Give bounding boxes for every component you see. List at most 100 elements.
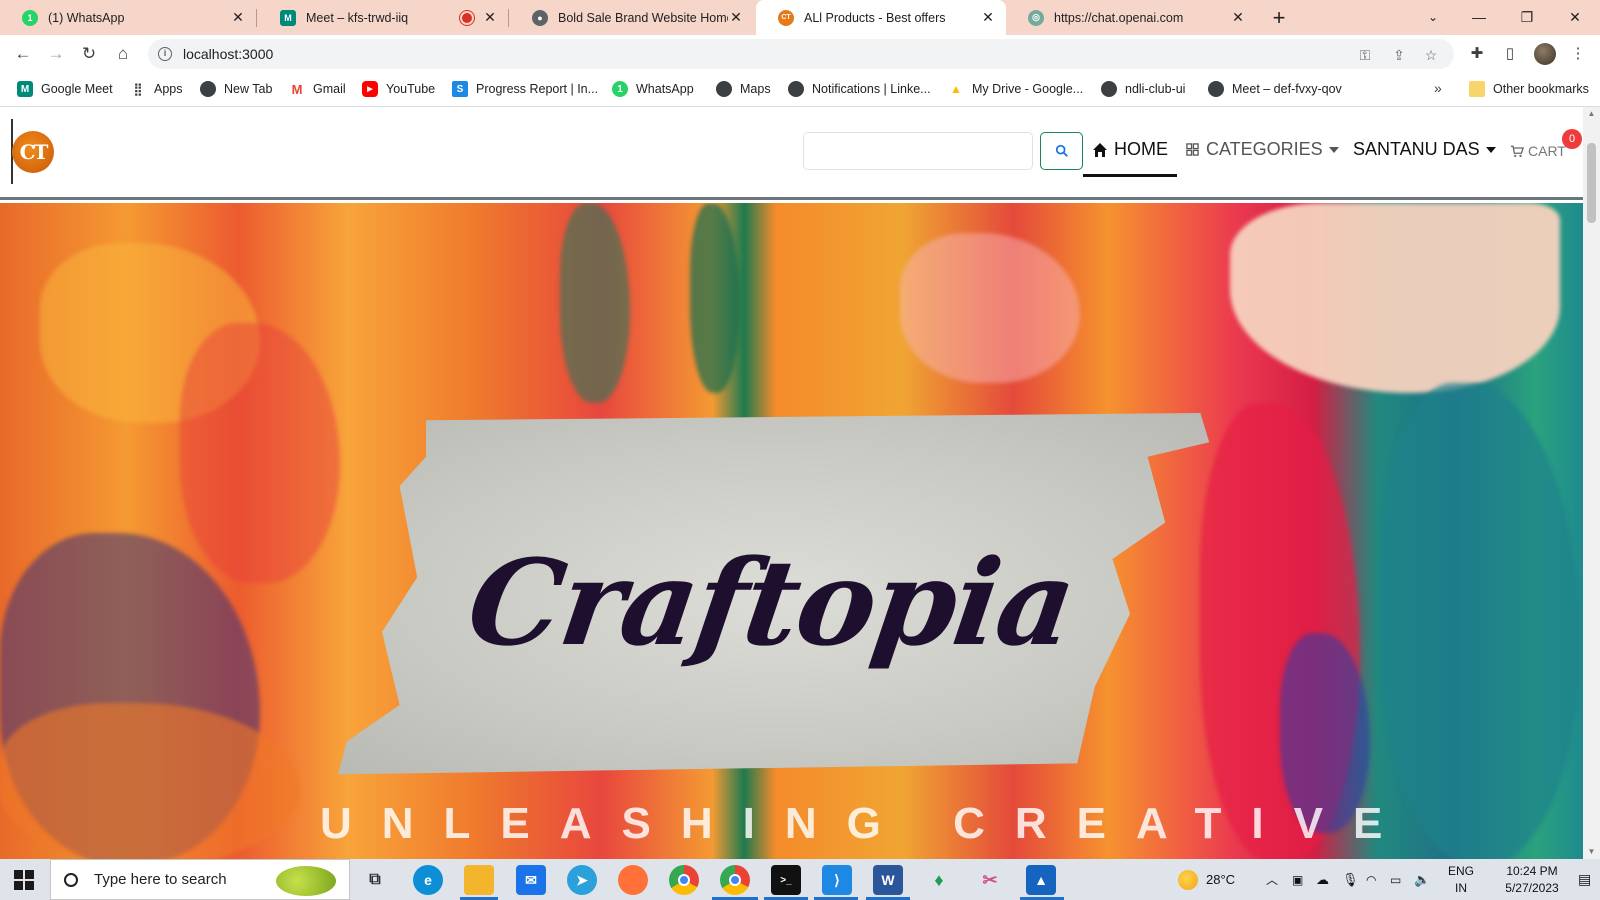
close-icon[interactable]: ✕ bbox=[230, 9, 246, 26]
snip-tool-icon[interactable]: ✂ bbox=[975, 865, 1005, 895]
nav-categories-dropdown[interactable]: CATEGORIES bbox=[1186, 139, 1339, 160]
edge-icon[interactable]: e bbox=[413, 865, 443, 895]
chrome-profile-icon[interactable] bbox=[720, 865, 750, 895]
tab-title: Meet – kfs-trwd-iiq bbox=[306, 10, 409, 25]
bookmark-label: YouTube bbox=[386, 82, 436, 96]
firefox-icon[interactable] bbox=[618, 865, 648, 895]
weather-widget[interactable]: 28°C bbox=[1178, 859, 1235, 900]
taskbar-search-box[interactable]: Type here to search bbox=[50, 859, 350, 900]
cart-count-badge: 0 bbox=[1562, 129, 1582, 149]
mongodb-compass-icon[interactable]: ♦ bbox=[924, 865, 954, 895]
nav-home-link[interactable]: HOME bbox=[1092, 139, 1168, 160]
globe-icon bbox=[716, 81, 732, 97]
onedrive-cloud-icon[interactable]: ☁ bbox=[1316, 859, 1329, 900]
bookmark-my-drive[interactable]: ▲ My Drive - Google... bbox=[948, 81, 1083, 97]
input-language-indicator[interactable]: ENG IN bbox=[1444, 863, 1478, 897]
restore-button[interactable]: ❐ bbox=[1504, 0, 1550, 35]
scroll-down-icon[interactable]: ▼ bbox=[1587, 847, 1596, 856]
page-scrollbar[interactable]: ▲ ▼ bbox=[1583, 107, 1600, 859]
minimize-button[interactable]: — bbox=[1456, 0, 1502, 35]
lang-code: ENG bbox=[1447, 864, 1474, 878]
bookmark-apps[interactable]: ⣿ Apps bbox=[130, 81, 183, 97]
bookmark-meet-def[interactable]: Meet – def-fvxy-qov bbox=[1208, 81, 1342, 97]
weather-sun-icon bbox=[1178, 869, 1198, 890]
new-tab-button[interactable]: + bbox=[1266, 5, 1292, 31]
scrollbar-thumb[interactable] bbox=[1587, 143, 1596, 223]
tab-whatsapp[interactable]: 1 (1) WhatsApp ✕ bbox=[0, 0, 256, 35]
nav-user-dropdown[interactable]: SANTANU DAS bbox=[1353, 139, 1496, 160]
notification-center-icon[interactable]: ▤ bbox=[1578, 859, 1591, 900]
bookmark-label: Maps bbox=[740, 82, 771, 96]
photos-icon[interactable]: ▲ bbox=[1026, 865, 1056, 895]
vscode-icon[interactable]: ⟩ bbox=[822, 865, 852, 895]
home-button[interactable]: ⌂ bbox=[110, 41, 136, 67]
bookmark-progress-report[interactable]: S Progress Report | In... bbox=[452, 81, 598, 97]
bookmark-google-meet[interactable]: M Google Meet bbox=[17, 81, 113, 97]
tab-all-products[interactable]: CT ALl Products - Best offers ✕ bbox=[756, 0, 1006, 35]
forward-button[interactable]: → bbox=[43, 41, 69, 67]
google-meet-icon: M bbox=[17, 81, 33, 97]
tab-google-meet[interactable]: M Meet – kfs-trwd-iiq ✕ bbox=[258, 0, 508, 35]
bookmark-label: Google Meet bbox=[41, 82, 113, 96]
tab-bold-sale[interactable]: ● Bold Sale Brand Website Homep ✕ bbox=[510, 0, 754, 35]
craftopia-logo-icon: CT bbox=[778, 9, 794, 26]
google-meet-icon: M bbox=[280, 9, 296, 26]
task-view-icon[interactable]: ⧉ bbox=[360, 865, 390, 895]
site-info-icon[interactable]: i bbox=[158, 47, 172, 61]
extensions-icon[interactable]: ✚ bbox=[1467, 44, 1487, 64]
tab-search-chevron-icon[interactable]: ⌄ bbox=[1410, 0, 1456, 35]
bookmark-label: Meet – def-fvxy-qov bbox=[1232, 82, 1342, 96]
password-key-icon[interactable]: ⚿ bbox=[1356, 46, 1374, 64]
reload-button[interactable]: ↻ bbox=[76, 41, 102, 67]
wifi-icon[interactable]: ◠ bbox=[1366, 859, 1376, 900]
bookmark-new-tab[interactable]: New Tab bbox=[200, 81, 272, 97]
nav-cart-link[interactable]: CART bbox=[1510, 143, 1566, 159]
side-panel-icon[interactable]: ▯ bbox=[1500, 44, 1520, 64]
clock-date: 5/27/2023 bbox=[1505, 881, 1559, 895]
terminal-icon[interactable]: >_ bbox=[771, 865, 801, 895]
close-icon[interactable]: ✕ bbox=[728, 9, 744, 26]
clock-time: 10:24 PM bbox=[1506, 864, 1558, 878]
bookmark-gmail[interactable]: M Gmail bbox=[289, 81, 346, 97]
device-icon[interactable]: ▣ bbox=[1292, 859, 1303, 900]
menu-kebab-icon[interactable]: ⋮ bbox=[1568, 44, 1588, 64]
close-icon[interactable]: ✕ bbox=[482, 9, 498, 26]
windows-start-icon[interactable] bbox=[14, 870, 34, 890]
taskbar-clock[interactable]: 10:24 PM 5/27/2023 bbox=[1492, 863, 1572, 897]
whatsapp-icon: 1 bbox=[22, 9, 38, 26]
bookmark-star-icon[interactable]: ☆ bbox=[1422, 46, 1440, 64]
bookmark-ndli-club-ui[interactable]: ndli-club-ui bbox=[1101, 81, 1185, 97]
volume-icon[interactable]: 🔈 bbox=[1414, 859, 1430, 900]
bookmarks-overflow-chevron-icon[interactable]: » bbox=[1434, 80, 1442, 96]
word-icon[interactable]: W bbox=[873, 865, 903, 895]
file-explorer-icon[interactable] bbox=[464, 865, 494, 895]
bookmark-youtube[interactable]: ▶ YouTube bbox=[362, 81, 435, 97]
bookmark-maps[interactable]: Maps bbox=[716, 81, 771, 97]
tab-chatgpt[interactable]: ◎ https://chat.openai.com ✕ bbox=[1006, 0, 1256, 35]
scroll-up-icon[interactable]: ▲ bbox=[1587, 109, 1596, 118]
back-button[interactable]: ← bbox=[10, 41, 36, 67]
share-icon[interactable]: ⇪ bbox=[1390, 46, 1408, 64]
battery-icon[interactable]: ▭ bbox=[1390, 859, 1401, 900]
close-icon[interactable]: ✕ bbox=[980, 9, 996, 26]
close-icon[interactable]: ✕ bbox=[1230, 9, 1246, 26]
chrome-icon[interactable] bbox=[669, 865, 699, 895]
address-url[interactable]: localhost:3000 bbox=[183, 46, 273, 62]
bookmark-whatsapp[interactable]: 1 WhatsApp bbox=[612, 81, 694, 97]
window-close-button[interactable]: ✕ bbox=[1552, 0, 1598, 35]
bookmark-notifications[interactable]: Notifications | Linke... bbox=[788, 81, 931, 97]
folder-icon bbox=[1469, 81, 1485, 97]
telegram-icon[interactable]: ➤ bbox=[567, 865, 597, 895]
address-bar[interactable]: i localhost:3000 ⚿ ⇪ ☆ bbox=[148, 39, 1454, 69]
windows-taskbar: Type here to search ⧉ e ✉ ➤ >_ ⟩ W ♦ ✂ ▲… bbox=[0, 859, 1600, 900]
site-search-input[interactable] bbox=[803, 132, 1033, 170]
microphone-icon[interactable]: 🎙 bbox=[1342, 859, 1359, 900]
mail-icon[interactable]: ✉ bbox=[516, 865, 546, 895]
other-bookmarks-folder[interactable]: Other bookmarks bbox=[1469, 81, 1589, 97]
site-logo[interactable]: CT bbox=[12, 131, 54, 173]
tab-title: https://chat.openai.com bbox=[1054, 10, 1184, 25]
globe-icon bbox=[200, 81, 216, 97]
profile-avatar[interactable] bbox=[1534, 43, 1556, 65]
show-hidden-icons-chevron-icon[interactable]: ︿ bbox=[1266, 859, 1278, 900]
site-search-button[interactable] bbox=[1040, 132, 1083, 170]
